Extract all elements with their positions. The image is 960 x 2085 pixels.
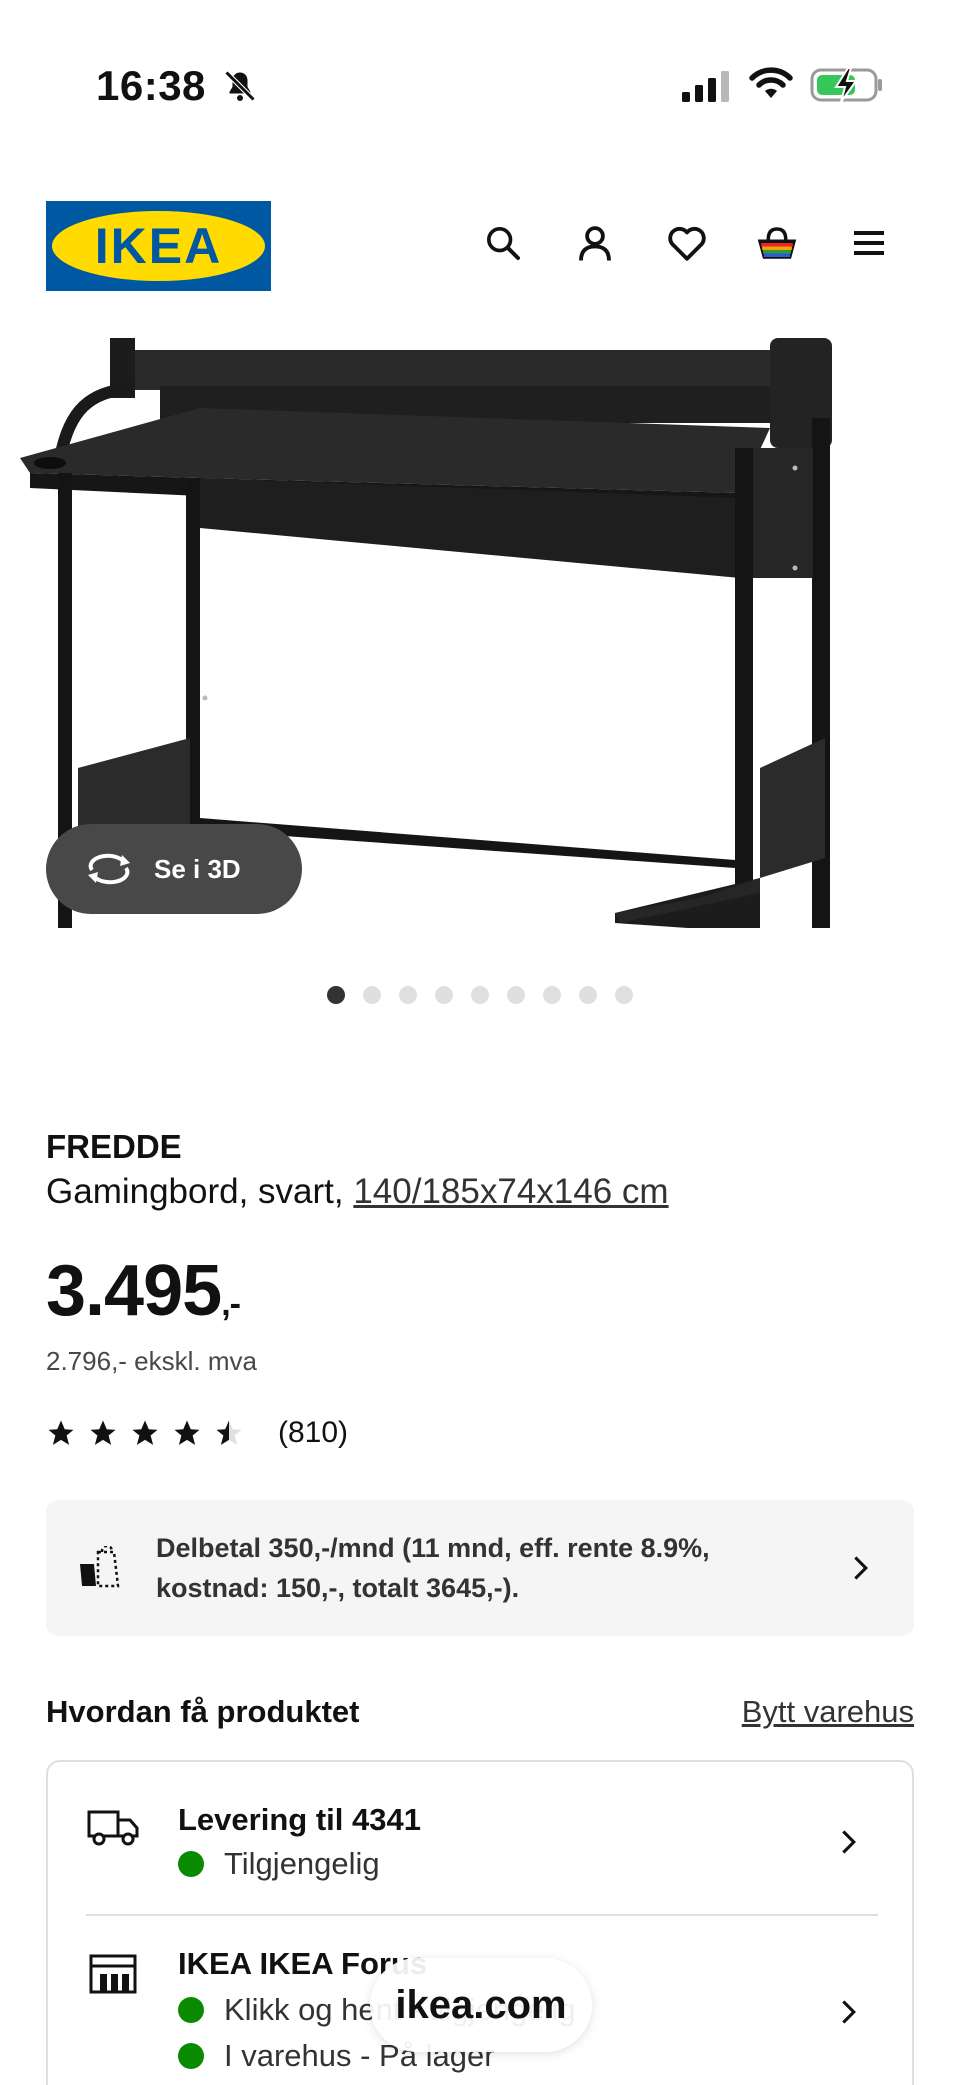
- available-dot-icon: [178, 1851, 204, 1877]
- user-icon[interactable]: [572, 220, 618, 266]
- gallery-dot[interactable]: [363, 986, 381, 1004]
- star-icon: [90, 1420, 116, 1445]
- available-dot-icon: [178, 2043, 204, 2069]
- heart-icon[interactable]: [664, 220, 710, 266]
- installment-icon: [80, 1546, 120, 1588]
- star-icon: [48, 1420, 74, 1445]
- ikea-logo[interactable]: IKEA: [46, 201, 271, 291]
- gallery-dot[interactable]: [579, 986, 597, 1004]
- change-store-link[interactable]: Bytt varehus: [742, 1694, 914, 1730]
- gallery-dot[interactable]: [435, 986, 453, 1004]
- product-dimensions-link[interactable]: 140/185x74x146 cm: [353, 1172, 668, 1211]
- rating-count: (810): [278, 1416, 349, 1449]
- star-icon: [132, 1420, 158, 1445]
- shopping-bag-icon[interactable]: [754, 220, 800, 266]
- product-description: Gamingbord, svart, 140/185x74x146 cm: [46, 1172, 669, 1212]
- financing-text: Delbetal 350,-/mnd (11 mnd, eff. rente 8…: [156, 1533, 710, 1603]
- search-icon[interactable]: [480, 220, 526, 266]
- price-suffix: ,-: [221, 1285, 241, 1323]
- rotate-3d-icon: [88, 853, 130, 885]
- price-main: 3.495: [46, 1251, 222, 1331]
- view-3d-label: Se i 3D: [154, 853, 241, 884]
- browser-url-bar[interactable]: ikea.com: [370, 1958, 592, 2052]
- logo-text: IKEA: [94, 218, 223, 274]
- gallery-dot[interactable]: [615, 986, 633, 1004]
- gallery-dot[interactable]: [543, 986, 561, 1004]
- status-time: 16:38: [96, 62, 206, 109]
- gallery-dot[interactable]: [327, 986, 345, 1004]
- available-dot-icon: [178, 1997, 204, 2023]
- gallery-dot[interactable]: [471, 986, 489, 1004]
- wifi-icon: [749, 67, 793, 98]
- chevron-right-icon: [854, 1556, 868, 1580]
- gallery-dot[interactable]: [507, 986, 525, 1004]
- product-type: Gamingbord, svart,: [46, 1172, 354, 1211]
- truck-icon: [87, 1810, 139, 1846]
- star-icon: [174, 1420, 200, 1445]
- product-name: FREDDE: [46, 1128, 182, 1165]
- view-3d-button[interactable]: Se i 3D: [46, 824, 302, 914]
- store-icon: [89, 1954, 137, 1994]
- delivery-title[interactable]: Levering til 4341: [178, 1802, 421, 1838]
- financing-banner[interactable]: Delbetal 350,-/mnd (11 mnd, eff. rente 8…: [46, 1500, 914, 1636]
- status-bar: 16:38: [0, 0, 960, 110]
- product-price: 3.495,-: [46, 1250, 241, 1332]
- chevron-right-icon[interactable]: [834, 1998, 862, 2026]
- chevron-right-icon[interactable]: [834, 1828, 862, 1856]
- menu-icon[interactable]: [846, 220, 892, 266]
- half-star-icon: [216, 1420, 242, 1445]
- battery-charging-icon: [810, 67, 882, 103]
- price-ex-vat: 2.796,- ekskl. mva: [46, 1346, 257, 1376]
- divider: [86, 1914, 878, 1916]
- product-rating[interactable]: (810): [46, 1416, 348, 1450]
- delivery-status: Tilgjengelig: [178, 1846, 380, 1882]
- bell-slash-icon: [224, 70, 256, 102]
- gallery-pagination: [0, 986, 960, 1006]
- site-header: IKEA: [0, 195, 960, 295]
- delivery-status-label: Tilgjengelig: [224, 1846, 380, 1881]
- gallery-dot[interactable]: [399, 986, 417, 1004]
- cellular-signal-icon: [682, 71, 729, 102]
- availability-title: Hvordan få produktet: [46, 1694, 360, 1729]
